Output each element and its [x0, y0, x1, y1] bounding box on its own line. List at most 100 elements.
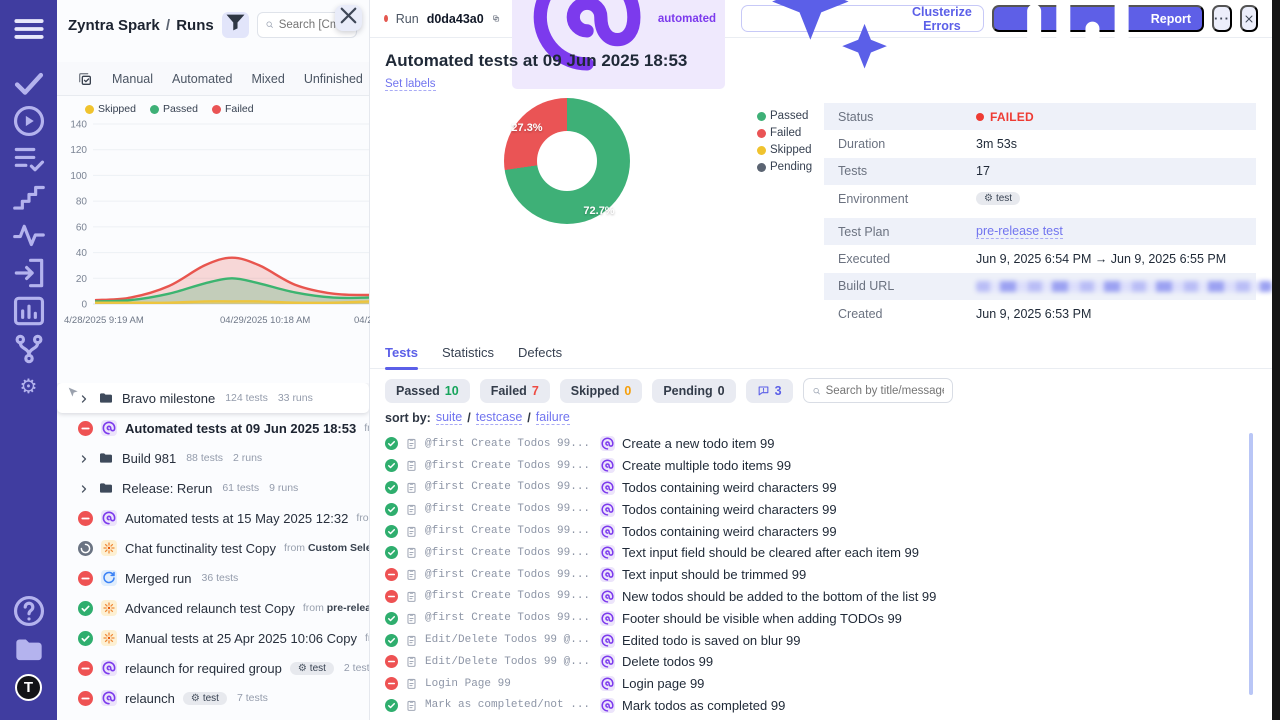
automated-icon [101, 660, 117, 676]
filter-button[interactable] [222, 12, 249, 38]
bar-chart-icon[interactable] [10, 292, 48, 330]
tests-search[interactable] [803, 378, 953, 403]
folders-icon[interactable] [10, 630, 48, 668]
legend-label: Passed [770, 110, 808, 122]
test-row[interactable]: @first Create Todos 99...Todos containin… [385, 520, 1244, 542]
test-row[interactable]: @first Create Todos 99...Text input fiel… [385, 542, 1244, 564]
test-row[interactable]: Mark as completed/not ... Mark todos as c… [385, 695, 1244, 717]
sort-by-failure[interactable]: failure [536, 410, 570, 425]
run-folder-row[interactable]: Build 98188 tests2 runs [57, 443, 369, 473]
detail-label: Tests [838, 164, 976, 178]
run-folder-row[interactable]: Release: Rerun61 tests9 runs [57, 473, 369, 503]
Skipped-filter-chip[interactable]: Skipped0 [560, 379, 643, 403]
list-check-icon[interactable] [10, 140, 48, 178]
copy-icon[interactable] [492, 11, 500, 26]
test-row[interactable]: @first Create Todos 99...Footer should b… [385, 607, 1244, 629]
legend-label: Passed [163, 103, 198, 115]
donut-legend: PassedFailedSkippedPending [757, 110, 812, 178]
Pending-filter-chip[interactable]: Pending0 [652, 379, 735, 403]
chevron-right-icon[interactable] [78, 452, 90, 464]
help-icon[interactable] [10, 592, 48, 630]
test-row[interactable]: Edit/Delete Todos 99 @...Edited todo is … [385, 629, 1244, 651]
project-name[interactable]: Zyntra Spark [68, 17, 160, 34]
chevron-right-icon[interactable] [78, 482, 90, 494]
build-url-redacted[interactable] [976, 281, 1272, 292]
detail-value [976, 281, 1272, 292]
more-button[interactable]: ··· [1212, 5, 1232, 32]
run-folder-row[interactable]: Bravo milestone124 tests33 runs [57, 383, 369, 413]
tab-statistics[interactable]: Statistics [442, 345, 494, 369]
tab-defects[interactable]: Defects [518, 345, 562, 369]
run-from: from pre-release test [303, 602, 369, 614]
run-row[interactable]: Merged run36 tests [57, 563, 369, 593]
Failed-filter-chip[interactable]: Failed7 [480, 379, 550, 403]
clipboard-icon [405, 568, 418, 581]
run-meta: 36 tests [201, 572, 238, 584]
test-row[interactable]: Edit/Delete Todos 99 @...Delete todos 99 [385, 651, 1244, 673]
app-logo[interactable]: T [10, 668, 48, 706]
test-row[interactable]: @first Create Todos 99...Todos containin… [385, 477, 1244, 499]
run-row[interactable]: Chat functinality test Copyfrom Custom S… [57, 533, 369, 563]
select-runs-icon[interactable] [77, 71, 93, 87]
tab-manual[interactable]: Manual [112, 72, 153, 86]
tests-search-input[interactable] [826, 385, 944, 397]
sign-in-icon[interactable] [10, 254, 48, 292]
tab-tests[interactable]: Tests [385, 345, 418, 369]
steps-icon[interactable] [10, 178, 48, 216]
status-passed-icon [385, 546, 398, 559]
failed-dot [976, 113, 984, 121]
run-row[interactable]: Manual tests at 25 Apr 2025 10:06 Copyfr… [57, 623, 369, 653]
branch-icon[interactable] [10, 330, 48, 368]
detail-text: Jun 9, 2025 6:54 PM → Jun 9, 2025 6:55 P… [976, 252, 1226, 266]
tests-scrollbar[interactable] [1249, 433, 1253, 695]
test-row[interactable]: @first Create Todos 99...Create a new to… [385, 433, 1244, 455]
run-row[interactable]: relaunch⚙test7 tests [57, 683, 369, 713]
Passed-filter-chip[interactable]: Passed10 [385, 379, 470, 403]
run-row[interactable]: Automated tests at 15 May 2025 12:32from… [57, 503, 369, 533]
run-from: from pre-re [364, 422, 369, 434]
comments-filter-chip[interactable]: 3 [746, 379, 793, 403]
automated-badge[interactable]: automated [512, 0, 725, 89]
gear-icon[interactable]: ⚙ [10, 368, 48, 406]
run-row[interactable]: Advanced relaunch test Copyfrom pre-rele… [57, 593, 369, 623]
tab-automated[interactable]: Automated [172, 72, 232, 86]
run-title: Automated tests at 09 Jun 2025 18:53 [385, 51, 687, 71]
check-icon[interactable] [10, 64, 48, 102]
run-meta: 9 runs [269, 482, 298, 494]
chip-count: 7 [532, 384, 539, 398]
test-suite: @first Create Todos 99... [425, 547, 593, 559]
report-button[interactable]: Report [992, 5, 1204, 32]
test-row[interactable]: @first Create Todos 99...Create multiple… [385, 455, 1244, 477]
run-row[interactable]: relaunch for required group⚙test2 tests [57, 653, 369, 683]
clipboard-icon [405, 677, 418, 690]
play-circle-icon[interactable] [10, 102, 48, 140]
detail-label: Test Plan [838, 225, 976, 239]
clipboard-icon [405, 655, 418, 668]
test-suite: @first Create Todos 99... [425, 460, 593, 472]
automated-icon [600, 676, 615, 691]
test-row[interactable]: @first Create Todos 99...New todos shoul… [385, 586, 1244, 608]
run-row[interactable]: Automated tests at 09 Jun 2025 18:53from… [57, 413, 369, 443]
tab-unfinished[interactable]: Unfinished [304, 72, 363, 86]
panel-close-button[interactable] [335, 5, 362, 31]
sort-by-testcase[interactable]: testcase [476, 410, 523, 425]
donut-legend-skipped: Skipped [757, 144, 812, 156]
clusterize-errors-button[interactable]: Clusterize Errors [741, 5, 984, 32]
chevron-right-icon[interactable] [78, 392, 90, 404]
test-suite: Mark as completed/not ... [425, 699, 593, 711]
tab-mixed[interactable]: Mixed [251, 72, 284, 86]
automated-icon [101, 690, 117, 706]
menu-icon[interactable] [10, 10, 48, 48]
test-plan-link[interactable]: pre-release test [976, 224, 1063, 239]
test-row[interactable]: @first Create Todos 99...Text input shou… [385, 564, 1244, 586]
test-suite: @first Create Todos 99... [425, 525, 593, 537]
automated-icon [600, 458, 615, 473]
set-labels-link[interactable]: Set labels [385, 78, 436, 91]
close-run-button[interactable] [1240, 5, 1258, 32]
test-row[interactable]: @first Create Todos 99...Todos containin… [385, 498, 1244, 520]
test-title: Mark todos as completed 99 [622, 698, 785, 713]
pulse-icon[interactable] [10, 216, 48, 254]
test-row[interactable]: Login Page 99Login page 99 [385, 673, 1244, 695]
sort-by-suite[interactable]: suite [436, 410, 462, 425]
test-suite: @first Create Todos 99... [425, 438, 593, 450]
